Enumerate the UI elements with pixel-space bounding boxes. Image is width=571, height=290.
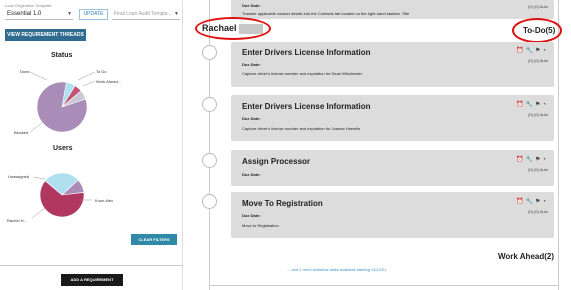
task-card[interactable]: Enter Drivers License Information Due Da… <box>231 42 554 87</box>
gauge-icon[interactable]: ◔ <box>542 102 548 108</box>
final-template-placeholder: Final Loan Audit Templa... <box>114 11 172 17</box>
task-card[interactable]: Move To Registration Due Date: Move to R… <box>231 192 554 238</box>
wrench-icon[interactable]: 🔧 <box>526 157 535 163</box>
gauge-icon[interactable]: ◔ <box>542 199 548 205</box>
work-ahead-header: Work Ahead(2) <box>498 252 555 261</box>
due-date-label: Due Date: <box>242 116 261 121</box>
users-label-alex: Kuon Alex <box>95 198 113 203</box>
chevron-down-icon: ▼ <box>67 11 72 17</box>
task-card[interactable]: Enter Drivers License Information Due Da… <box>231 95 554 141</box>
status-label-done: Done <box>20 69 30 74</box>
status-label-work-ahead: Work Ahead... <box>96 79 121 84</box>
users-label-rachel: Rachel H... <box>7 218 27 223</box>
task-meta: (0) (0) Auto <box>527 4 548 9</box>
due-date-label: Due Date: <box>242 213 261 218</box>
task-action-icons: ⏰🔧⚑◔ <box>516 47 548 54</box>
due-date-label: Due Date: <box>242 3 261 8</box>
task-title: Enter Drivers License Information <box>242 102 371 111</box>
panel-border-bottom <box>209 285 559 286</box>
status-pie-chart: Done To Do Work Ahead... Blocked <box>14 69 121 135</box>
final-template-select[interactable]: Final Loan Audit Templa... ▼ <box>112 9 180 20</box>
divider <box>0 265 183 266</box>
alarm-clock-icon[interactable]: ⏰ <box>516 157 525 163</box>
wrench-icon[interactable]: 🔧 <box>526 102 535 108</box>
status-label-todo: To Do <box>96 69 107 74</box>
users-chart-title: Users <box>53 145 73 152</box>
update-button[interactable]: UPDATE <box>79 9 108 20</box>
task-description: Move to Registration <box>242 223 279 228</box>
alarm-clock-icon[interactable]: ⏰ <box>516 48 525 54</box>
more-tasks-link[interactable]: ... and 2 more workflow tasks available … <box>287 267 386 272</box>
view-requirement-threads-button[interactable]: VIEW REQUIREMENT THREADS <box>5 29 86 41</box>
users-label-unassigned: Unassigned <box>8 174 29 179</box>
gauge-icon[interactable]: ◔ <box>542 157 548 163</box>
add-requirement-button[interactable]: ADD A REQUIREMENT <box>61 274 123 286</box>
task-action-icons: ⏰🔧⚑◔ <box>516 198 548 205</box>
panel-border <box>558 0 559 290</box>
left-panel: Loan Origination Template Essential 1.0 … <box>0 0 183 290</box>
wrench-icon[interactable]: 🔧 <box>526 199 535 205</box>
task-meta: (0) (0) Auto <box>527 167 548 172</box>
timeline-rail <box>209 0 210 290</box>
task-checkbox[interactable] <box>202 97 217 112</box>
task-checkbox[interactable] <box>202 194 217 209</box>
status-label-blocked: Blocked <box>14 130 28 135</box>
gauge-icon[interactable]: ◔ <box>542 48 548 54</box>
task-meta: (0) (0) Auto <box>527 209 548 214</box>
clear-filters-button[interactable]: CLEAR FILTERS <box>131 234 177 245</box>
highlight-ellipse <box>512 18 562 43</box>
task-title: Enter Drivers License Information <box>242 48 371 57</box>
task-title: Assign Processor <box>242 157 311 166</box>
task-card[interactable]: Assign Processor Due Date: ⏰🔧⚑◔ (0) (0) … <box>231 150 554 186</box>
task-title: Move To Registration <box>242 199 323 208</box>
status-chart-title: Status <box>51 52 73 59</box>
template-select-value: Essential 1.0 <box>7 11 42 17</box>
task-description: Capture driver's license number and expi… <box>242 71 363 76</box>
task-card-partial[interactable]: Due Date: Transfer applicable contact de… <box>231 0 554 19</box>
task-description: Transfer applicable contact details into… <box>242 11 410 16</box>
task-action-icons: ⏰🔧⚑◔ <box>516 156 548 163</box>
task-description: Capture driver's license number and expi… <box>242 126 361 131</box>
alarm-clock-icon[interactable]: ⏰ <box>516 199 525 205</box>
task-checkbox[interactable] <box>202 153 217 168</box>
users-pie-chart: Unassigned Rachel H... Kuon Alex <box>7 172 113 223</box>
task-meta: (0) (0) Auto <box>527 58 548 63</box>
due-date-label: Due Date: <box>242 62 261 67</box>
chevron-down-icon: ▼ <box>174 11 179 17</box>
highlight-ellipse <box>195 17 271 40</box>
due-date-label: Due Date: <box>242 172 261 177</box>
task-checkbox[interactable] <box>202 45 217 60</box>
alarm-clock-icon[interactable]: ⏰ <box>516 102 525 108</box>
wrench-icon[interactable]: 🔧 <box>526 48 535 54</box>
template-select[interactable]: Essential 1.0 ▼ <box>5 9 73 20</box>
task-action-icons: ⏰🔧⚑◔ <box>516 101 548 108</box>
task-meta: (0) (0) Auto <box>527 112 548 117</box>
template-label: Loan Origination Template <box>5 3 52 8</box>
